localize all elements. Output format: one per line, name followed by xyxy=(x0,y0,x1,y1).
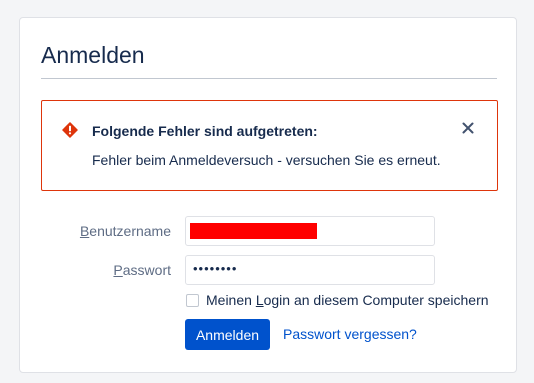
login-panel: Anmelden Folgende Fehler sind aufgetrete… xyxy=(19,17,517,373)
username-label-rest: enutzername xyxy=(89,223,171,239)
username-label-accel: B xyxy=(79,223,90,239)
remember-label-before: Meinen xyxy=(206,292,256,308)
remember-checkbox[interactable] xyxy=(186,294,199,307)
remember-label[interactable]: Meinen Login an diesem Computer speicher… xyxy=(206,292,489,308)
redacted-value xyxy=(190,223,317,239)
password-label-accel: P xyxy=(113,262,123,278)
password-mask: •••••••• xyxy=(193,261,238,276)
page-title: Anmelden xyxy=(41,42,145,68)
error-message: Fehler beim Anmeldeversuch - versuchen S… xyxy=(92,152,441,168)
username-label: Benutzername xyxy=(40,223,171,239)
error-alert: Folgende Fehler sind aufgetreten: Fehler… xyxy=(41,100,498,191)
login-button[interactable]: Anmelden xyxy=(185,319,270,350)
forgot-password-link[interactable]: Passwort vergessen? xyxy=(283,326,417,342)
error-title: Folgende Fehler sind aufgetreten: xyxy=(92,123,318,139)
password-label: Passwort xyxy=(40,262,171,278)
remember-label-after: ogin an diesem Computer speichern xyxy=(263,292,489,308)
error-icon xyxy=(62,122,78,138)
remember-label-accel: L xyxy=(255,292,264,308)
username-field[interactable] xyxy=(185,216,435,246)
close-icon[interactable] xyxy=(459,119,477,137)
title-divider xyxy=(41,78,497,79)
password-label-rest: asswort xyxy=(122,262,171,278)
password-field[interactable]: •••••••• xyxy=(185,255,435,285)
